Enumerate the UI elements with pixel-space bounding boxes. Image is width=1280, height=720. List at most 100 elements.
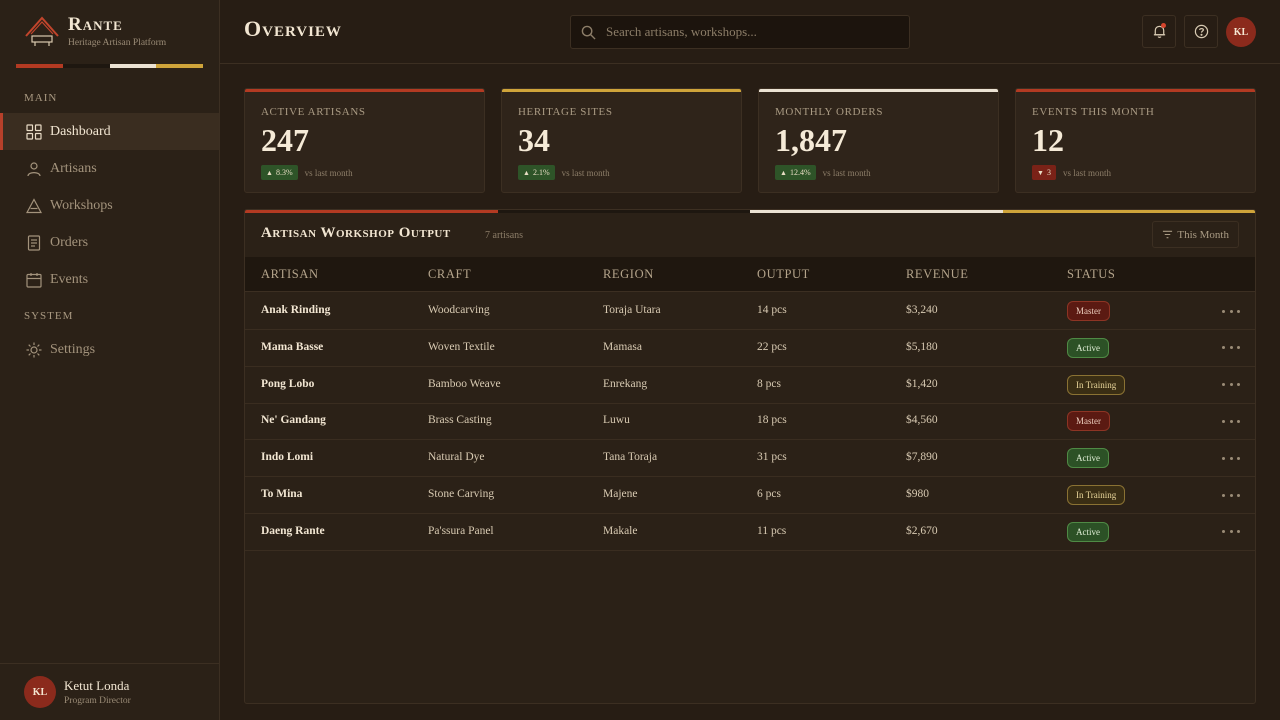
delta-note: vs last month xyxy=(561,167,610,178)
table-row[interactable]: To Mina Stone Carving Majene 6 pcs $980 In Tr… xyxy=(245,477,1255,514)
stat-card-monthly-orders: MONTHLY ORDERS 1,847 ▲ 12.4% vs last mont… xyxy=(758,88,999,193)
more-options-icon[interactable] xyxy=(1222,526,1240,538)
nav-section-system: SYSTEM xyxy=(24,310,74,322)
arrow-up-icon: ▲ xyxy=(266,168,273,177)
help-button[interactable] xyxy=(1184,15,1218,48)
cell-artisan: Daeng Rante xyxy=(261,524,325,537)
sidebar-item-artisans[interactable]: Artisans xyxy=(0,150,219,187)
cell-craft: Woven Textile xyxy=(428,340,495,353)
status-badge: Active xyxy=(1067,521,1109,542)
stripe-segment xyxy=(750,210,1003,213)
more-options-icon[interactable] xyxy=(1222,452,1240,464)
column-header[interactable]: ARTISAN xyxy=(261,267,319,282)
status-badge: Master xyxy=(1067,411,1110,432)
cell-output: 22 pcs xyxy=(757,340,787,353)
stat-accent-bar xyxy=(502,89,741,92)
cell-craft: Bamboo Weave xyxy=(428,377,501,390)
cell-revenue: $7,890 xyxy=(906,451,938,464)
column-header[interactable]: REGION xyxy=(603,267,654,282)
more-options-icon[interactable] xyxy=(1222,415,1240,427)
triangle-house-icon xyxy=(26,197,42,213)
more-options-icon[interactable] xyxy=(1222,379,1240,391)
user-profile[interactable]: KL Ketut Londa Program Director xyxy=(0,663,219,720)
stat-value: 1,847 xyxy=(775,122,847,158)
arrow-up-icon: ▲ xyxy=(523,168,530,177)
filter-label: This Month xyxy=(1177,228,1229,241)
brand-stripe xyxy=(16,64,203,68)
brand[interactable]: Rante Heritage Artisan Platform xyxy=(24,14,166,50)
table-header: ARTISAN CRAFT REGION OUTPUT REVENUE STAT… xyxy=(245,257,1255,292)
menu-dot xyxy=(1222,346,1225,350)
stat-accent-bar xyxy=(759,89,998,92)
stat-accent-bar xyxy=(245,89,484,92)
cell-region: Makale xyxy=(603,524,638,537)
stat-label: MONTHLY ORDERS xyxy=(775,106,884,118)
cell-output: 18 pcs xyxy=(757,414,787,427)
sidebar: Rante Heritage Artisan Platform MAIN Das… xyxy=(0,0,220,720)
sidebar-item-settings[interactable]: Settings xyxy=(0,331,219,368)
grid-icon xyxy=(26,123,42,140)
menu-dot xyxy=(1222,309,1225,313)
nav-section-main: MAIN xyxy=(24,92,58,104)
more-options-icon[interactable] xyxy=(1222,305,1240,317)
avatar: KL xyxy=(24,676,56,708)
column-header[interactable]: OUTPUT xyxy=(757,267,810,282)
cell-revenue: $4,560 xyxy=(906,414,938,427)
menu-dot xyxy=(1229,383,1233,387)
cell-craft: Brass Casting xyxy=(428,414,492,427)
stat-delta: ▲ 12.4% vs last month xyxy=(775,165,871,180)
delta-badge: ▲ 8.3% xyxy=(261,165,298,180)
stat-delta: ▲ 2.1% vs last month xyxy=(518,165,610,180)
sidebar-item-workshops[interactable]: Workshops xyxy=(0,187,219,224)
user-icon xyxy=(27,161,41,176)
sidebar-item-label: Orders xyxy=(50,234,89,250)
sidebar-item-label: Events xyxy=(50,271,89,287)
arrow-down-icon: ▼ xyxy=(1037,168,1044,177)
sidebar-item-dashboard[interactable]: Dashboard xyxy=(0,113,219,150)
stripe-segment xyxy=(497,210,750,213)
search-box[interactable] xyxy=(570,15,910,49)
more-options-icon[interactable] xyxy=(1222,489,1240,501)
sidebar-item-orders[interactable]: Orders xyxy=(0,224,219,261)
stat-card-events: EVENTS THIS MONTH 12 ▼ 3 vs last month xyxy=(1015,88,1256,193)
column-header[interactable]: STATUS xyxy=(1067,267,1115,282)
cell-output: 11 pcs xyxy=(757,524,787,537)
period-filter-button[interactable]: This Month xyxy=(1152,221,1239,248)
sidebar-item-label: Artisans xyxy=(50,160,97,176)
menu-dot xyxy=(1222,456,1225,460)
column-header[interactable]: REVENUE xyxy=(906,267,969,282)
table-row[interactable]: Daeng Rante Pa'ssura Panel Makale 11 pcs $2,… xyxy=(245,514,1255,551)
table-row[interactable]: Anak Rinding Woodcarving Toraja Utara 14 pc… xyxy=(245,293,1255,330)
stat-card-active-artisans: ACTIVE ARTISANS 247 ▲ 8.3% vs last month xyxy=(244,88,485,193)
table-row[interactable]: Indo Lomi Natural Dye Tana Toraja 31 pcs $7,… xyxy=(245,440,1255,478)
notifications-button[interactable] xyxy=(1142,15,1176,48)
cell-region: Toraja Utara xyxy=(603,304,661,316)
stat-delta: ▲ 8.3% vs last month xyxy=(261,165,353,180)
menu-dot xyxy=(1222,493,1225,497)
cell-artisan: Ne' Gandang xyxy=(261,414,326,427)
header-avatar[interactable]: KL xyxy=(1226,17,1256,47)
status-badge: Master xyxy=(1067,301,1110,321)
table-row[interactable]: Pong Lobo Bamboo Weave Enrekang 8 pcs $1,420… xyxy=(245,367,1255,404)
cell-revenue: $980 xyxy=(906,488,929,500)
menu-dot xyxy=(1237,383,1240,387)
table-row[interactable]: Mama Basse Woven Textile Mamasa 22 pcs $5,18… xyxy=(245,330,1255,367)
filter-icon xyxy=(1163,230,1173,239)
cell-output: 6 pcs xyxy=(757,488,781,500)
delta-note: vs last month xyxy=(304,167,353,178)
menu-dot xyxy=(1222,383,1225,387)
search-input[interactable] xyxy=(606,24,896,40)
stat-label: HERITAGE SITES xyxy=(518,106,613,118)
delta-value: 3 xyxy=(1046,168,1051,177)
stat-value: 12 xyxy=(1032,122,1064,158)
delta-badge: ▲ 12.4% xyxy=(775,165,816,180)
artisan-count: 7 artisans xyxy=(485,230,524,241)
sidebar-item-events[interactable]: Events xyxy=(0,261,219,298)
table-row[interactable]: Ne' Gandang Brass Casting Luwu 18 pcs $4,560… xyxy=(245,403,1255,441)
menu-dot xyxy=(1237,493,1240,497)
menu-dot xyxy=(1237,530,1240,534)
cell-region: Majene xyxy=(603,488,638,500)
stripe-segment xyxy=(62,64,110,68)
more-options-icon[interactable] xyxy=(1222,342,1240,354)
column-header[interactable]: CRAFT xyxy=(428,267,471,282)
